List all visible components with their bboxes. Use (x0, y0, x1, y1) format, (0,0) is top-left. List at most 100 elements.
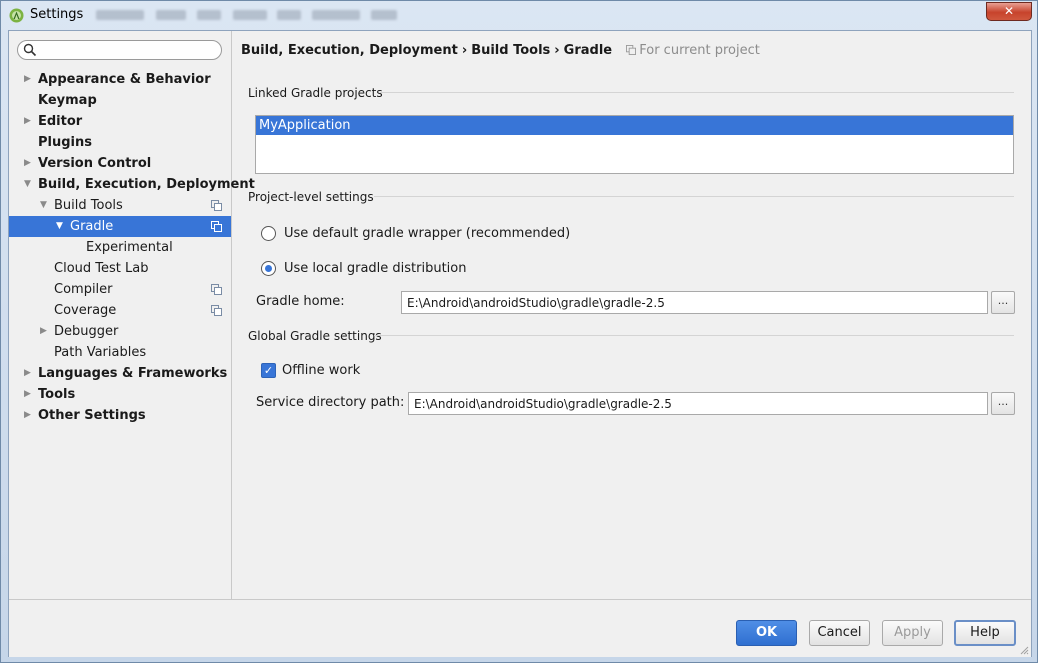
settings-sidebar: ▶ Appearance & Behavior Keymap ▶ Editor … (9, 31, 255, 599)
help-button[interactable]: Help (954, 620, 1016, 646)
tree-item-label: Coverage (54, 303, 117, 318)
section-title-project-settings: Project-level settings (248, 190, 374, 204)
expand-arrow-icon[interactable]: ▶ (40, 321, 47, 342)
linked-projects-list[interactable]: MyApplication (255, 115, 1014, 174)
expand-arrow-icon[interactable]: ▶ (24, 69, 31, 90)
title-bar[interactable]: Settings ✕ (1, 1, 1037, 30)
background-menu-blur (233, 10, 267, 20)
gradle-home-input[interactable] (401, 291, 988, 314)
tree-item-experimental[interactable]: Experimental (9, 237, 231, 258)
tree-item-other-settings[interactable]: ▶ Other Settings (9, 405, 231, 426)
tree-item-label: Debugger (54, 324, 119, 339)
radio-label: Use local gradle distribution (284, 261, 467, 276)
checkbox-label: Offline work (282, 363, 361, 378)
radio-button[interactable] (261, 261, 276, 276)
tree-item-label: Keymap (38, 93, 97, 108)
tree-item-gradle[interactable]: ▼ Gradle (9, 216, 231, 237)
copy-icon (211, 305, 222, 316)
tree-item-label: Path Variables (54, 345, 147, 360)
tree-item-keymap[interactable]: Keymap (9, 90, 231, 111)
gradle-home-label: Gradle home: (256, 294, 345, 309)
section-divider (374, 335, 1014, 336)
expand-arrow-icon[interactable]: ▶ (24, 384, 31, 405)
section-title-linked-projects: Linked Gradle projects (248, 86, 383, 100)
background-menu-blur (277, 10, 301, 20)
tree-item-cloud-test-lab[interactable]: Cloud Test Lab (9, 258, 231, 279)
tree-item-build-execution-deployment[interactable]: ▼ Build, Execution, Deployment (9, 174, 255, 195)
tree-item-editor[interactable]: ▶ Editor (9, 111, 231, 132)
tree-item-tools[interactable]: ▶ Tools (9, 384, 231, 405)
expand-arrow-icon[interactable]: ▶ (24, 111, 31, 132)
tree-item-compiler[interactable]: Compiler (9, 279, 231, 300)
tree-item-build-tools[interactable]: ▼ Build Tools (9, 195, 231, 216)
tree-item-label: Tools (38, 387, 76, 402)
list-item[interactable]: MyApplication (256, 116, 1013, 135)
tree-item-label: Gradle (70, 219, 114, 234)
tree-item-debugger[interactable]: ▶ Debugger (9, 321, 231, 342)
tree-item-label: Version Control (38, 156, 152, 171)
copy-icon (211, 284, 222, 295)
android-studio-icon (9, 8, 24, 23)
breadcrumb-part: Build, Execution, Deployment (241, 43, 458, 58)
collapse-arrow-icon[interactable]: ▼ (24, 174, 31, 195)
tree-item-label: Other Settings (38, 408, 146, 423)
section-title-global-settings: Global Gradle settings (248, 329, 382, 343)
dialog-content: ▶ Appearance & Behavior Keymap ▶ Editor … (8, 30, 1032, 657)
window-title: Settings (30, 7, 84, 22)
gradle-home-browse-button[interactable]: ... (991, 291, 1015, 314)
background-menu-blur (371, 10, 397, 20)
section-divider (380, 92, 1014, 93)
breadcrumb-part: Build Tools (471, 43, 551, 58)
collapse-arrow-icon[interactable]: ▼ (56, 216, 63, 237)
copy-icon (626, 45, 637, 55)
ok-button[interactable]: OK (736, 620, 797, 646)
tree-item-label: Plugins (38, 135, 92, 150)
search-input[interactable] (40, 42, 215, 58)
background-menu-blur (96, 10, 144, 20)
search-icon (23, 43, 37, 57)
tree-item-languages-frameworks[interactable]: ▶ Languages & Frameworks (9, 363, 231, 384)
close-icon: ✕ (1003, 4, 1015, 18)
tree-item-label: Editor (38, 114, 83, 129)
service-directory-label: Service directory path: (256, 395, 405, 410)
search-box[interactable] (17, 40, 222, 60)
collapse-arrow-icon[interactable]: ▼ (40, 195, 47, 216)
tree-item-label: Appearance & Behavior (38, 72, 211, 87)
radio-button[interactable] (261, 226, 276, 241)
checkmark-icon[interactable]: ✓ (261, 363, 276, 378)
breadcrumb-separator: › (461, 43, 468, 58)
scope-note-text: For current project (639, 43, 760, 58)
copy-icon (211, 200, 222, 211)
tree-item-version-control[interactable]: ▶ Version Control (9, 153, 231, 174)
settings-tree: ▶ Appearance & Behavior Keymap ▶ Editor … (9, 69, 255, 426)
expand-arrow-icon[interactable]: ▶ (24, 363, 31, 384)
breadcrumb-separator: › (554, 43, 560, 58)
tree-item-label: Languages & Frameworks (38, 366, 228, 381)
expand-arrow-icon[interactable]: ▶ (24, 405, 31, 426)
breadcrumb: Build, Execution, Deployment › Build Tools… (241, 43, 760, 58)
scope-note: For current project (626, 43, 760, 58)
resize-grip-icon[interactable] (1019, 645, 1029, 655)
tree-item-label: Cloud Test Lab (54, 261, 149, 276)
service-directory-browse-button[interactable]: ... (991, 392, 1015, 415)
background-menu-blur (312, 10, 360, 20)
tree-item-label: Experimental (86, 240, 173, 255)
cancel-button[interactable]: Cancel (809, 620, 870, 646)
background-menu-blur (197, 10, 221, 20)
section-divider (374, 196, 1014, 197)
close-button[interactable]: ✕ (986, 2, 1032, 21)
tree-item-coverage[interactable]: Coverage (9, 300, 231, 321)
tree-item-label: Compiler (54, 282, 113, 297)
service-directory-input[interactable] (408, 392, 988, 415)
tree-item-appearance-behavior[interactable]: ▶ Appearance & Behavior (9, 69, 231, 90)
settings-main-panel: Build, Execution, Deployment › Build Tools… (232, 31, 1031, 599)
radio-label: Use default gradle wrapper (recommended) (284, 226, 571, 241)
expand-arrow-icon[interactable]: ▶ (24, 153, 31, 174)
dialog-footer: OK Cancel Apply Help (9, 599, 1031, 657)
tree-item-label: Build Tools (54, 198, 123, 213)
tree-item-path-variables[interactable]: Path Variables (9, 342, 231, 363)
tree-item-plugins[interactable]: Plugins (9, 132, 231, 153)
apply-button[interactable]: Apply (882, 620, 943, 646)
background-menu-blur (156, 10, 186, 20)
copy-icon (211, 221, 222, 232)
